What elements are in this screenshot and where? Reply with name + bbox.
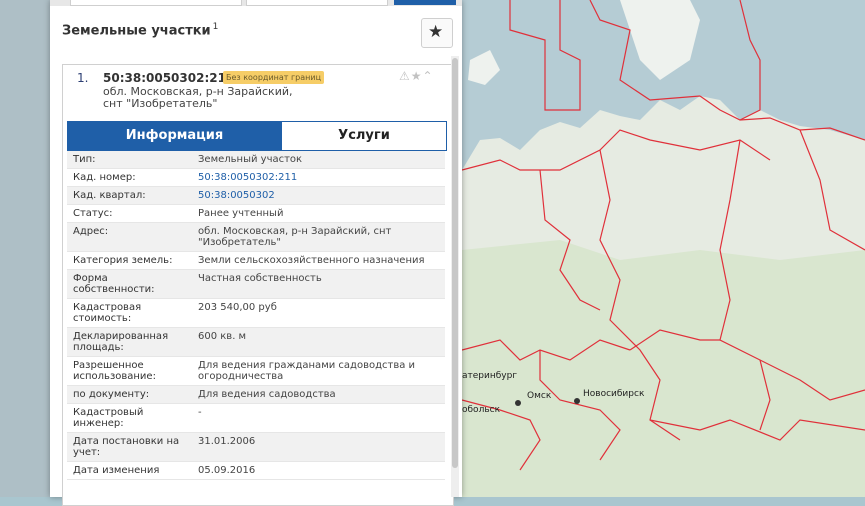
table-row: Категория земель: Земли сельскохозяйствен…	[67, 251, 445, 270]
panel-title-text: Земельные участки	[62, 23, 211, 39]
table-row: Разрешенное использование: Для ведения гр…	[67, 356, 445, 386]
row-key: Декларированная площадь:	[67, 327, 192, 357]
row-key: Адрес:	[67, 222, 192, 252]
row-value: Для ведения гражданами садоводства и ого…	[192, 356, 445, 386]
cad-quarter-link[interactable]: 50:38:0050302	[198, 190, 275, 201]
row-value: Земельный участок	[192, 151, 445, 169]
status-badge: Без координат границ	[223, 71, 325, 84]
table-row: Кадастровая стоимость: 203 540,00 руб	[67, 298, 445, 328]
info-table: Тип: Земельный участок Кад. номер: 50:38:0…	[67, 151, 445, 480]
table-row: Адрес: обл. Московская, р-н Зарайский, сн…	[67, 222, 445, 252]
table-row: Форма собственности: Частная собственност…	[67, 269, 445, 299]
map-label-tobolsk: обольск	[462, 405, 501, 415]
row-key: Дата изменения	[67, 461, 192, 480]
tab-services[interactable]: Услуги	[281, 121, 447, 151]
warning-icon[interactable]: ⚠	[399, 69, 411, 83]
table-row: Дата постановки на учет: 31.01.2006	[67, 432, 445, 462]
row-key: Кадастровая стоимость:	[67, 298, 192, 328]
row-key: Кадастровый инженер:	[67, 403, 192, 433]
row-key: Дата постановки на учет:	[67, 432, 192, 462]
row-key: Категория земель:	[67, 251, 192, 270]
row-value: Частная собственность	[192, 269, 445, 299]
panel-title-count: 1	[212, 22, 219, 32]
favorite-button[interactable]: ★	[421, 18, 453, 48]
map-label-yekaterinburg: атеринбург	[462, 371, 517, 381]
parcel-cad-number[interactable]: 50:38:0050302:211	[103, 71, 234, 85]
row-key: Форма собственности:	[67, 269, 192, 299]
map-label-novosibirsk: Новосибирск	[583, 389, 645, 399]
table-row: по документу: Для ведения садоводства	[67, 385, 445, 404]
land-plots-panel: Земельные участки 1 ★ 1. 50:38:0050302:21…	[50, 0, 462, 506]
search-bar-strip	[50, 0, 462, 6]
row-value: Земли сельскохозяйственного назначения	[192, 251, 445, 270]
table-row: Тип: Земельный участок	[67, 151, 445, 169]
star-icon[interactable]: ★	[411, 69, 423, 83]
cad-number-link[interactable]: 50:38:0050302:211	[198, 172, 297, 183]
scrollbar-thumb[interactable]	[452, 58, 458, 468]
search-input[interactable]	[70, 0, 242, 6]
tabs: Информация Услуги	[67, 121, 447, 151]
tab-info[interactable]: Информация	[67, 121, 282, 151]
row-value: Ранее учтенный	[192, 204, 445, 223]
card-actions: ⚠★⌃	[399, 69, 434, 83]
table-row: Кад. квартал: 50:38:0050302	[67, 186, 445, 205]
row-key: Тип:	[67, 151, 192, 169]
row-key: Кад. номер:	[67, 168, 192, 187]
row-value: 31.01.2006	[192, 432, 445, 462]
row-value: 203 540,00 руб	[192, 298, 445, 328]
row-key: Кад. квартал:	[67, 186, 192, 205]
table-row: Декларированная площадь: 600 кв. м	[67, 327, 445, 357]
search-filter[interactable]	[246, 0, 388, 6]
row-key: по документу:	[67, 385, 192, 404]
parcel-card: 1. 50:38:0050302:211 Без координат грани…	[62, 64, 454, 506]
search-button[interactable]	[394, 0, 456, 5]
row-value: Для ведения садоводства	[192, 385, 445, 404]
table-row: Кадастровый инженер: -	[67, 403, 445, 433]
panel-title: Земельные участки 1	[62, 22, 218, 38]
collapse-icon[interactable]: ⌃	[423, 69, 434, 83]
row-value: обл. Московская, р-н Зарайский, снт "Изо…	[192, 222, 445, 252]
row-value: 600 кв. м	[192, 327, 445, 357]
star-icon: ★	[428, 22, 444, 42]
table-row: Кад. номер: 50:38:0050302:211	[67, 168, 445, 187]
table-row: Дата изменения 05.09.2016	[67, 461, 445, 480]
row-value: 05.09.2016	[192, 461, 445, 480]
parcel-address: обл. Московская, р-н Зарайский, снт "Изо…	[103, 85, 293, 110]
table-row: Статус: Ранее учтенный	[67, 204, 445, 223]
row-key: Статус:	[67, 204, 192, 223]
map-label-omsk: Омск	[527, 391, 552, 401]
row-value: -	[192, 403, 445, 433]
parcel-index: 1.	[77, 71, 89, 85]
row-key: Разрешенное использование:	[67, 356, 192, 386]
scrollbar[interactable]	[451, 56, 459, 497]
